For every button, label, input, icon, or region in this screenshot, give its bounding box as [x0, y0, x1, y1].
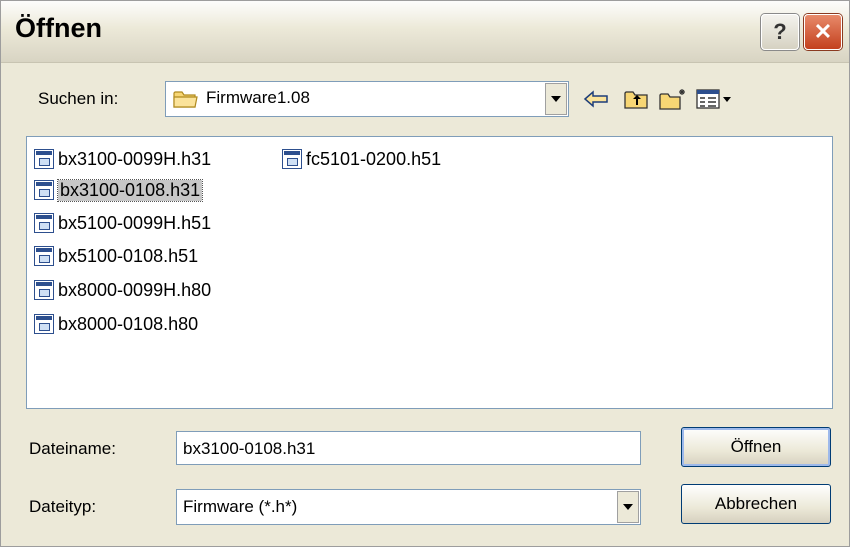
- chevron-down-icon[interactable]: [617, 491, 639, 523]
- file-icon: [34, 180, 54, 200]
- chevron-down-icon[interactable]: [545, 83, 567, 115]
- folder-icon: [173, 89, 199, 114]
- file-list[interactable]: bx3100-0099H.h31 bx3100-0108.h31 bx5100-…: [26, 136, 833, 409]
- filetype-select[interactable]: Firmware (*.h*): [176, 489, 641, 525]
- file-item[interactable]: bx5100-0108.h51: [34, 241, 198, 271]
- close-icon: ✕: [813, 19, 833, 44]
- file-icon: [34, 280, 54, 300]
- dialog-title: Öffnen: [15, 13, 102, 43]
- back-arrow-icon[interactable]: [581, 85, 611, 113]
- help-icon: ?: [773, 19, 787, 44]
- file-icon: [282, 149, 302, 169]
- filetype-value: Firmware (*.h*): [183, 497, 298, 516]
- open-file-dialog: Öffnen ? ✕ Suchen in: Firmware1.08 bx310…: [0, 0, 850, 547]
- file-name: bx5100-0099H.h51: [58, 212, 212, 233]
- file-item[interactable]: bx8000-0108.h80: [34, 309, 198, 339]
- help-button[interactable]: ?: [761, 14, 799, 50]
- file-icon: [34, 213, 54, 233]
- filetype-label: Dateityp:: [29, 497, 97, 516]
- view-menu-icon[interactable]: [695, 85, 735, 113]
- file-name: bx3100-0099H.h31: [58, 148, 212, 169]
- filename-label: Dateiname:: [29, 439, 116, 458]
- current-folder: Firmware1.08: [206, 88, 310, 107]
- file-name: bx8000-0108.h80: [58, 313, 199, 334]
- file-item[interactable]: bx5100-0099H.h51: [34, 208, 211, 238]
- file-name: bx8000-0099H.h80: [58, 279, 212, 300]
- file-name: fc5101-0200.h51: [306, 148, 442, 169]
- open-button-label: Öffnen: [730, 437, 782, 456]
- title-bar: Öffnen ? ✕: [1, 1, 849, 63]
- cancel-button[interactable]: Abbrechen: [681, 484, 831, 524]
- file-item[interactable]: fc5101-0200.h51: [282, 144, 441, 174]
- file-name: bx3100-0108.h31: [56, 178, 204, 202]
- look-in-combo[interactable]: Firmware1.08: [165, 81, 569, 117]
- up-folder-icon[interactable]: [621, 85, 651, 113]
- file-item[interactable]: bx3100-0108.h31: [34, 175, 204, 205]
- file-item[interactable]: bx3100-0099H.h31: [34, 144, 211, 174]
- file-icon: [34, 246, 54, 266]
- cancel-button-label: Abbrechen: [714, 494, 798, 513]
- new-folder-icon[interactable]: [658, 85, 688, 113]
- close-button[interactable]: ✕: [804, 14, 842, 50]
- file-icon: [34, 314, 54, 334]
- look-in-label: Suchen in:: [38, 89, 119, 108]
- file-icon: [34, 149, 54, 169]
- file-item[interactable]: bx8000-0099H.h80: [34, 275, 211, 305]
- file-name: bx5100-0108.h51: [58, 245, 199, 266]
- open-button[interactable]: Öffnen: [681, 427, 831, 467]
- filename-field[interactable]: bx3100-0108.h31: [176, 431, 641, 465]
- filename-value: bx3100-0108.h31: [183, 439, 316, 458]
